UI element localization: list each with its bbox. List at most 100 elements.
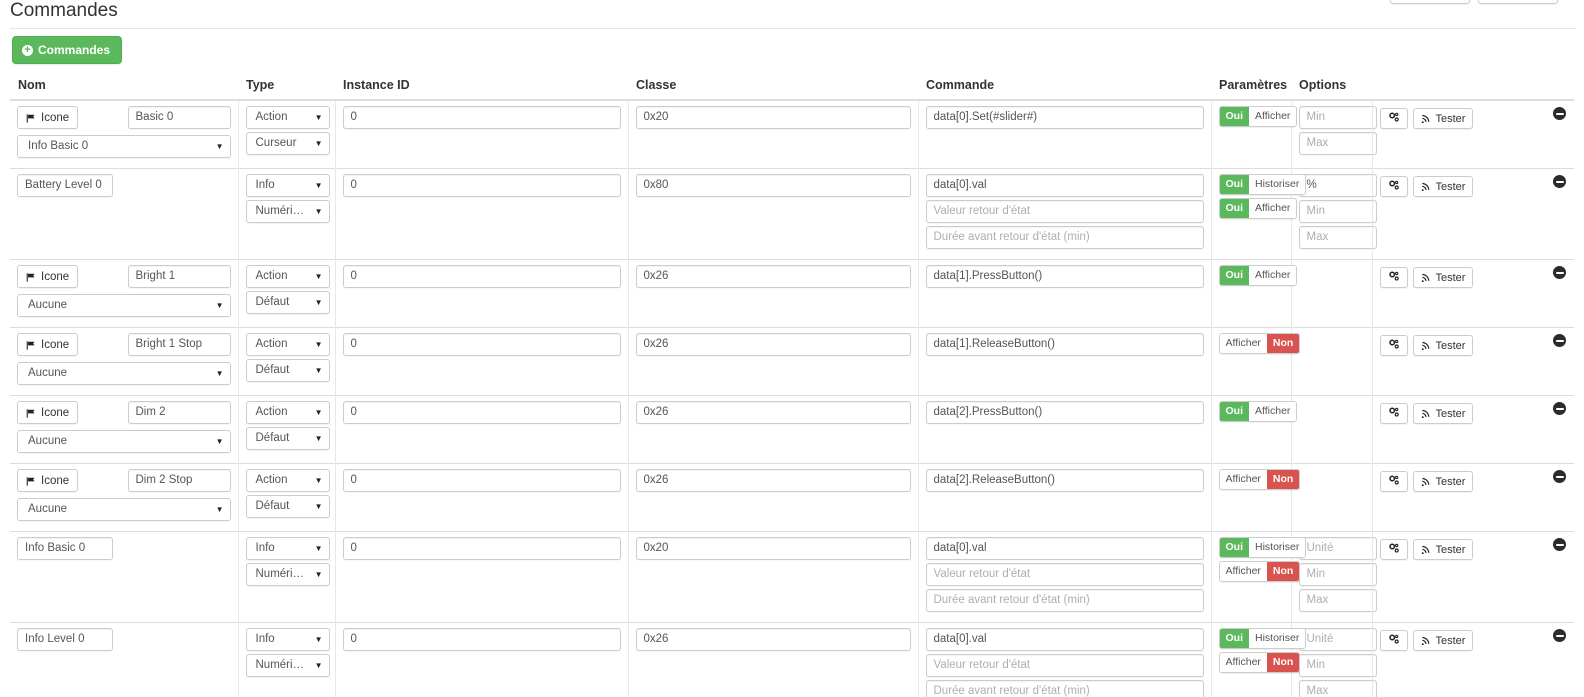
option-max-input[interactable]: Max <box>1298 589 1377 612</box>
remove-command-button[interactable] <box>1553 175 1566 188</box>
option-min-input[interactable]: Min <box>1298 106 1377 129</box>
remove-command-button[interactable] <box>1553 538 1566 551</box>
command-name-input[interactable]: Basic 0 <box>127 106 231 129</box>
classe-input[interactable]: 0x26 <box>635 469 911 492</box>
icone-button[interactable]: Icone <box>17 469 79 492</box>
type-select[interactable]: Info <box>245 537 330 560</box>
tester-button[interactable]: Tester <box>1412 539 1474 560</box>
commande-extra-input-1[interactable]: Durée avant retour d'état (min) <box>925 680 1204 697</box>
toggle-afficher[interactable]: Afficher Non <box>1218 652 1301 673</box>
option-max-input[interactable]: Max <box>1298 226 1377 249</box>
tester-button[interactable]: Tester <box>1412 471 1474 492</box>
option-unité-input[interactable]: Unité <box>1298 537 1377 560</box>
configure-button[interactable] <box>1379 471 1408 492</box>
subtype-select[interactable]: Numérique <box>245 200 330 223</box>
toggle-afficher[interactable]: Oui Afficher <box>1218 401 1298 422</box>
tester-button[interactable]: Tester <box>1412 335 1474 356</box>
configure-button[interactable] <box>1379 108 1408 129</box>
command-name-input[interactable]: Bright 1 <box>127 265 231 288</box>
name-linked-info-select[interactable]: Info Basic 0 <box>17 135 231 158</box>
commande-input[interactable]: data[1].PressButton() <box>925 265 1204 288</box>
configure-button[interactable] <box>1379 176 1408 197</box>
toggle-afficher[interactable]: Oui Afficher <box>1218 265 1298 286</box>
instance-id-input[interactable]: 0 <box>342 628 621 651</box>
subtype-select[interactable]: Défaut <box>245 427 330 450</box>
configure-button[interactable] <box>1379 267 1408 288</box>
option-max-input[interactable]: Max <box>1298 132 1377 155</box>
subtype-select[interactable]: Numérique <box>245 654 330 677</box>
configure-button[interactable] <box>1379 335 1408 356</box>
classe-input[interactable]: 0x26 <box>635 401 911 424</box>
option-max-input[interactable]: Max <box>1298 680 1377 697</box>
commande-input[interactable]: data[2].ReleaseButton() <box>925 469 1204 492</box>
add-commande-button[interactable]: + Commandes <box>12 36 123 64</box>
command-name-input[interactable]: Info Level 0 <box>17 628 113 651</box>
top-partial-button-2[interactable] <box>1478 0 1558 4</box>
command-name-input[interactable]: Dim 2 <box>127 401 231 424</box>
toggle-afficher[interactable]: Afficher Non <box>1218 561 1301 582</box>
subtype-select[interactable]: Numérique <box>245 563 330 586</box>
remove-command-button[interactable] <box>1553 402 1566 415</box>
option-min-input[interactable]: Min <box>1298 200 1377 223</box>
commande-input[interactable]: data[0].Set(#slider#) <box>925 106 1204 129</box>
toggle-historiser[interactable]: Oui Historiser <box>1218 628 1307 649</box>
commande-extra-input-1[interactable]: Durée avant retour d'état (min) <box>925 226 1204 249</box>
option-min-input[interactable]: Min <box>1298 654 1377 677</box>
type-select[interactable]: Action <box>245 265 330 288</box>
tester-button[interactable]: Tester <box>1412 630 1474 651</box>
tester-button[interactable]: Tester <box>1412 176 1474 197</box>
instance-id-input[interactable]: 0 <box>342 537 621 560</box>
type-select[interactable]: Action <box>245 469 330 492</box>
subtype-select[interactable]: Curseur <box>245 132 330 155</box>
command-name-input[interactable]: Battery Level 0 <box>17 174 113 197</box>
instance-id-input[interactable]: 0 <box>342 401 621 424</box>
classe-input[interactable]: 0x26 <box>635 333 911 356</box>
commande-extra-input-0[interactable]: Valeur retour d'état <box>925 654 1204 677</box>
commande-extra-input-0[interactable]: Valeur retour d'état <box>925 200 1204 223</box>
type-select[interactable]: Action <box>245 333 330 356</box>
subtype-select[interactable]: Défaut <box>245 495 330 518</box>
type-select[interactable]: Info <box>245 174 330 197</box>
classe-input[interactable]: 0x26 <box>635 265 911 288</box>
remove-command-button[interactable] <box>1553 629 1566 642</box>
instance-id-input[interactable]: 0 <box>342 469 621 492</box>
toggle-afficher[interactable]: Oui Afficher <box>1218 106 1298 127</box>
command-name-input[interactable]: Dim 2 Stop <box>127 469 231 492</box>
commande-input[interactable]: data[2].PressButton() <box>925 401 1204 424</box>
configure-button[interactable] <box>1379 539 1408 560</box>
configure-button[interactable] <box>1379 403 1408 424</box>
classe-input[interactable]: 0x20 <box>635 106 911 129</box>
toggle-afficher[interactable]: Oui Afficher <box>1218 198 1298 219</box>
commande-input[interactable]: data[0].val <box>925 174 1204 197</box>
subtype-select[interactable]: Défaut <box>245 291 330 314</box>
instance-id-input[interactable]: 0 <box>342 265 621 288</box>
option-min-input[interactable]: Min <box>1298 563 1377 586</box>
toggle-historiser[interactable]: Oui Historiser <box>1218 537 1307 558</box>
classe-input[interactable]: 0x80 <box>635 174 911 197</box>
command-name-input[interactable]: Bright 1 Stop <box>127 333 231 356</box>
subtype-select[interactable]: Défaut <box>245 359 330 382</box>
configure-button[interactable] <box>1379 630 1408 651</box>
instance-id-input[interactable]: 0 <box>342 333 621 356</box>
toggle-historiser[interactable]: Oui Historiser <box>1218 174 1307 195</box>
commande-input[interactable]: data[0].val <box>925 537 1204 560</box>
option-unité-input[interactable]: % <box>1298 174 1377 197</box>
instance-id-input[interactable]: 0 <box>342 174 621 197</box>
toggle-afficher[interactable]: Afficher Non <box>1218 469 1301 490</box>
name-linked-info-select[interactable]: Aucune <box>17 294 231 317</box>
commande-extra-input-1[interactable]: Durée avant retour d'état (min) <box>925 589 1204 612</box>
tester-button[interactable]: Tester <box>1412 403 1474 424</box>
icone-button[interactable]: Icone <box>17 106 79 129</box>
remove-command-button[interactable] <box>1553 107 1566 120</box>
name-linked-info-select[interactable]: Aucune <box>17 362 231 385</box>
remove-command-button[interactable] <box>1553 470 1566 483</box>
name-linked-info-select[interactable]: Aucune <box>17 498 231 521</box>
icone-button[interactable]: Icone <box>17 265 79 288</box>
commande-input[interactable]: data[1].ReleaseButton() <box>925 333 1204 356</box>
remove-command-button[interactable] <box>1553 266 1566 279</box>
option-unité-input[interactable]: Unité <box>1298 628 1377 651</box>
command-name-input[interactable]: Info Basic 0 <box>17 537 113 560</box>
type-select[interactable]: Action <box>245 106 330 129</box>
top-partial-button-1[interactable] <box>1390 0 1470 4</box>
remove-command-button[interactable] <box>1553 334 1566 347</box>
